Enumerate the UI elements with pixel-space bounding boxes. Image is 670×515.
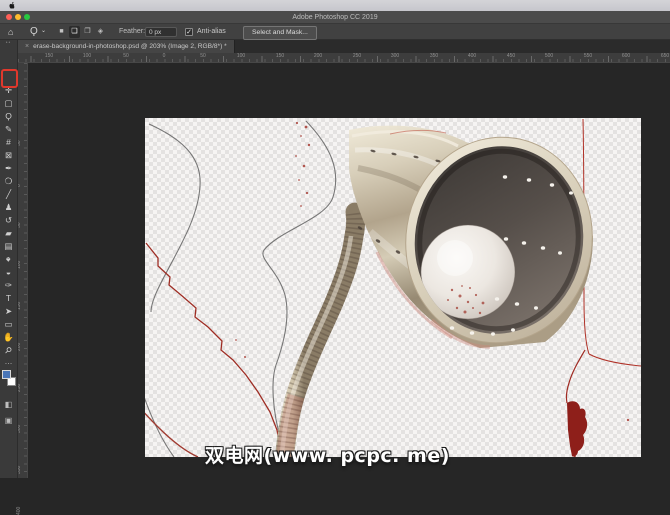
document-tab-title: erase-background-in-photoshop.psd @ 203%… [33, 43, 227, 50]
select-and-mask-button[interactable]: Select and Mask... [243, 26, 317, 40]
tool-brush[interactable]: ╱ [0, 188, 17, 201]
tool-crop[interactable]: # [0, 136, 17, 149]
horizontal-ruler[interactable]: 1501005005010015020025030035040045050055… [18, 53, 670, 63]
tool-blur[interactable]: ♠ [0, 253, 17, 266]
ruler-number: 650 [661, 53, 669, 59]
tool-gradient[interactable]: ▤ [0, 240, 17, 253]
document-tab[interactable]: × erase-background-in-photoshop.psd @ 203… [18, 40, 235, 53]
lasso-tool-highlight-annotation [1, 69, 18, 88]
tool-clone-stamp[interactable]: ♟ [0, 201, 17, 214]
canvas-area[interactable] [18, 63, 670, 478]
ruler-number: 250 [353, 53, 361, 59]
apple-icon[interactable] [8, 1, 16, 10]
tool-pen[interactable]: ✑ [0, 279, 17, 292]
close-tab-icon[interactable]: × [25, 43, 29, 50]
ruler-number: 400 [468, 53, 476, 59]
mode-add-to-selection[interactable]: ❑ [69, 26, 80, 38]
tool-quick-selection[interactable]: ✎ [0, 123, 17, 136]
ruler-number: 200 [314, 53, 322, 59]
tab-bar: × erase-background-in-photoshop.psd @ 203… [18, 40, 670, 53]
feather-input[interactable]: 0 px [145, 27, 177, 37]
tool-zoom[interactable]: ⚲ [0, 344, 17, 357]
ruler-number: 450 [507, 53, 515, 59]
ruler-number: 150 [45, 53, 53, 59]
color-swatches [2, 370, 16, 392]
ruler-number: 400 [16, 507, 22, 515]
home-icon[interactable]: ⌂ [8, 24, 13, 40]
watermark-text: 双电网(www. pcpc. me) [205, 441, 450, 468]
ruler-number: 350 [430, 53, 438, 59]
tool-dodge[interactable]: ◒ [0, 266, 17, 279]
menu-bar [0, 0, 670, 11]
panel-drag-handle[interactable]: •• [0, 40, 17, 46]
window-title-bar: Adobe Photoshop CC 2019 [0, 11, 670, 24]
tool-type[interactable]: T [0, 292, 17, 305]
edit-toolbar-icon[interactable]: … [0, 357, 17, 366]
selection-mode-group: ■❑❐◈ [56, 24, 116, 40]
ruler-number: 500 [545, 53, 553, 59]
ruler-number: 0 [163, 53, 166, 59]
mode-new-selection[interactable]: ■ [56, 26, 67, 38]
quick-mask-icon[interactable]: ◧ [0, 400, 17, 409]
window-title: Adobe Photoshop CC 2019 [0, 14, 670, 21]
ruler-number: 600 [622, 53, 630, 59]
tool-marquee[interactable]: ▢ [0, 97, 17, 110]
tools-panel: •• ✛▢Ϙ✎#⊠✒❍╱♟↺▰▤♠◒✑T➤▭✋⚲ … ◧ ▣ [0, 40, 18, 478]
ruler-number: 550 [584, 53, 592, 59]
tool-shape[interactable]: ▭ [0, 318, 17, 331]
tool-eyedropper[interactable]: ✒ [0, 162, 17, 175]
feather-label: Feather: [119, 28, 145, 35]
ruler-number: 100 [237, 53, 245, 59]
ruler-number: 150 [276, 53, 284, 59]
tool-hand[interactable]: ✋ [0, 331, 17, 344]
options-bar: ⌂ Ϙ ⌄ ■❑❐◈ Feather: 0 px ✓ Anti-alias Se… [0, 24, 670, 40]
tool-healing-brush[interactable]: ❍ [0, 175, 17, 188]
anti-alias-checkbox[interactable]: ✓ [185, 28, 193, 36]
photoshop-window: { "window": { "title": "Adobe Photoshop … [0, 0, 670, 478]
mode-subtract-from-selection[interactable]: ❐ [82, 26, 93, 38]
tool-eraser[interactable]: ▰ [0, 227, 17, 240]
anti-alias-label: Anti-alias [197, 28, 226, 35]
ruler-number: 50 [200, 53, 206, 59]
document-canvas[interactable] [140, 118, 641, 462]
foreground-color-swatch[interactable] [2, 370, 11, 379]
ruler-number: 300 [391, 53, 399, 59]
tool-lasso[interactable]: Ϙ [0, 110, 17, 123]
screen-mode-icon[interactable]: ▣ [0, 416, 17, 425]
tool-history-brush[interactable]: ↺ [0, 214, 17, 227]
ruler-number: 100 [83, 53, 91, 59]
mode-intersect-selection[interactable]: ◈ [95, 26, 106, 38]
lasso-tool-icon[interactable]: Ϙ [30, 24, 38, 40]
tool-frame[interactable]: ⊠ [0, 149, 17, 162]
tool-path-selection[interactable]: ➤ [0, 305, 17, 318]
ruler-number: 50 [123, 53, 129, 59]
chevron-down-icon[interactable]: ⌄ [41, 23, 46, 39]
